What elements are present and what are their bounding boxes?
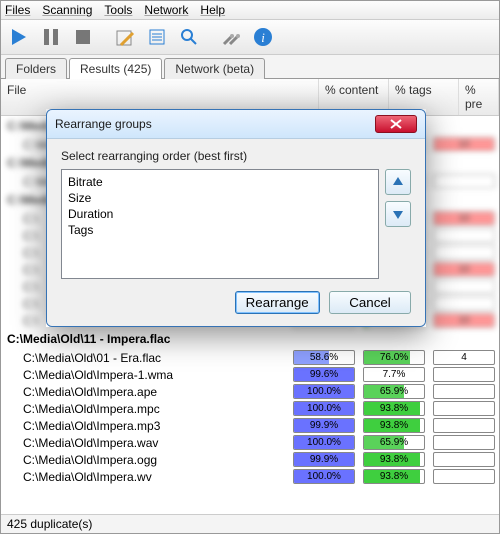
pre-bar: 10 — [433, 211, 495, 226]
tab-network[interactable]: Network (beta) — [164, 58, 265, 79]
dialog-title: Rearrange groups — [55, 117, 152, 131]
menu-tools[interactable]: Tools — [104, 3, 132, 17]
table-row[interactable]: C:\Media\Old\Impera.mp3 99.9% 93.8% — [1, 417, 499, 434]
table-row[interactable]: C:\Media\Old\01 - Era.flac 58.6% 76.0% 4 — [1, 349, 499, 366]
close-icon[interactable] — [375, 115, 417, 133]
menu-files[interactable]: Files — [5, 3, 30, 17]
file-path: C:\Media\Old\Impera.wav — [1, 436, 289, 450]
tags-bar: 93.8% — [363, 469, 425, 484]
tags-bar: 7.7% — [363, 367, 425, 382]
pre-bar — [433, 435, 495, 450]
file-path: C:\Media\Old\Impera.mpc — [1, 402, 289, 416]
stop-icon[interactable] — [69, 23, 97, 51]
order-list[interactable]: Bitrate Size Duration Tags — [61, 169, 379, 279]
content-bar: 99.9% — [293, 418, 355, 433]
rearrange-button[interactable]: Rearrange — [235, 291, 320, 314]
pre-bar — [433, 418, 495, 433]
content-bar: 100.0% — [293, 384, 355, 399]
pre-bar — [433, 367, 495, 382]
tags-bar: 93.8% — [363, 418, 425, 433]
list-item[interactable]: Size — [66, 190, 374, 206]
dialog-titlebar: Rearrange groups — [47, 110, 425, 139]
list-item[interactable]: Duration — [66, 206, 374, 222]
table-row[interactable]: C:\Media\Old\Impera.ape 100.0% 65.9% — [1, 383, 499, 400]
list-item[interactable]: Tags — [66, 222, 374, 238]
pre-bar — [433, 174, 495, 189]
dialog-label: Select rearranging order (best first) — [61, 149, 411, 163]
pre-bar: 10 — [433, 262, 495, 277]
rearrange-dialog: Rearrange groups Select rearranging orde… — [46, 109, 426, 327]
svg-text:i: i — [261, 30, 265, 45]
settings-icon[interactable] — [217, 23, 245, 51]
file-path: C:\Media\Old\Impera.ogg — [1, 453, 289, 467]
menu-help[interactable]: Help — [200, 3, 225, 17]
pre-bar — [433, 469, 495, 484]
content-bar: 58.6% — [293, 350, 355, 365]
table-row[interactable]: C:\Media\Old\Impera.mpc 100.0% 93.8% — [1, 400, 499, 417]
menu-network[interactable]: Network — [144, 3, 188, 17]
menu-scanning[interactable]: Scanning — [42, 3, 92, 17]
content-bar: 100.0% — [293, 435, 355, 450]
info-icon[interactable]: i — [249, 23, 277, 51]
edit-icon[interactable] — [111, 23, 139, 51]
content-bar: 100.0% — [293, 469, 355, 484]
toolbar: i — [1, 20, 499, 55]
tags-bar: 65.9% — [363, 435, 425, 450]
tab-folders[interactable]: Folders — [5, 58, 67, 79]
table-row[interactable]: C:\Media\Old\Impera.wv 100.0% 93.8% — [1, 468, 499, 485]
pre-bar — [433, 452, 495, 467]
pre-bar: 10 — [433, 313, 495, 328]
tags-bar: 76.0% — [363, 350, 425, 365]
list-icon[interactable] — [143, 23, 171, 51]
content-bar: 99.6% — [293, 367, 355, 382]
pre-bar: 10 — [433, 137, 495, 152]
content-bar: 99.9% — [293, 452, 355, 467]
file-path: C:\Media\Old\Impera.mp3 — [1, 419, 289, 433]
move-down-button[interactable] — [385, 201, 411, 227]
pre-bar — [433, 401, 495, 416]
pause-icon[interactable] — [37, 23, 65, 51]
tab-bar: Folders Results (425) Network (beta) — [1, 55, 499, 79]
group-header[interactable]: C:\Media\Old\11 - Impera.flac — [1, 329, 499, 349]
table-row[interactable]: C:\Media\Old\Impera-1.wma 99.6% 7.7% — [1, 366, 499, 383]
pre-bar — [433, 384, 495, 399]
content-bar: 100.0% — [293, 401, 355, 416]
move-up-button[interactable] — [385, 169, 411, 195]
file-path: C:\Media\Old\Impera-1.wma — [1, 368, 289, 382]
pre-bar: 4 — [433, 350, 495, 365]
search-icon[interactable] — [175, 23, 203, 51]
pre-bar — [433, 279, 495, 294]
pre-bar — [433, 228, 495, 243]
file-path: C:\Media\Old\Impera.wv — [1, 470, 289, 484]
status-bar: 425 duplicate(s) — [1, 514, 499, 533]
tags-bar: 93.8% — [363, 401, 425, 416]
cancel-button[interactable]: Cancel — [329, 291, 411, 314]
tags-bar: 93.8% — [363, 452, 425, 467]
col-pre[interactable]: % pre — [459, 79, 499, 115]
play-icon[interactable] — [5, 23, 33, 51]
tags-bar: 65.9% — [363, 384, 425, 399]
table-row[interactable]: C:\Media\Old\Impera.ogg 99.9% 93.8% — [1, 451, 499, 468]
file-path: C:\Media\Old\01 - Era.flac — [1, 351, 289, 365]
menu-bar: Files Scanning Tools Network Help — [1, 1, 499, 20]
file-path: C:\Media\Old\Impera.ape — [1, 385, 289, 399]
tab-results[interactable]: Results (425) — [69, 58, 162, 79]
table-row[interactable]: C:\Media\Old\Impera.wav 100.0% 65.9% — [1, 434, 499, 451]
list-item[interactable]: Bitrate — [66, 174, 374, 190]
pre-bar — [433, 296, 495, 311]
pre-bar — [433, 245, 495, 260]
